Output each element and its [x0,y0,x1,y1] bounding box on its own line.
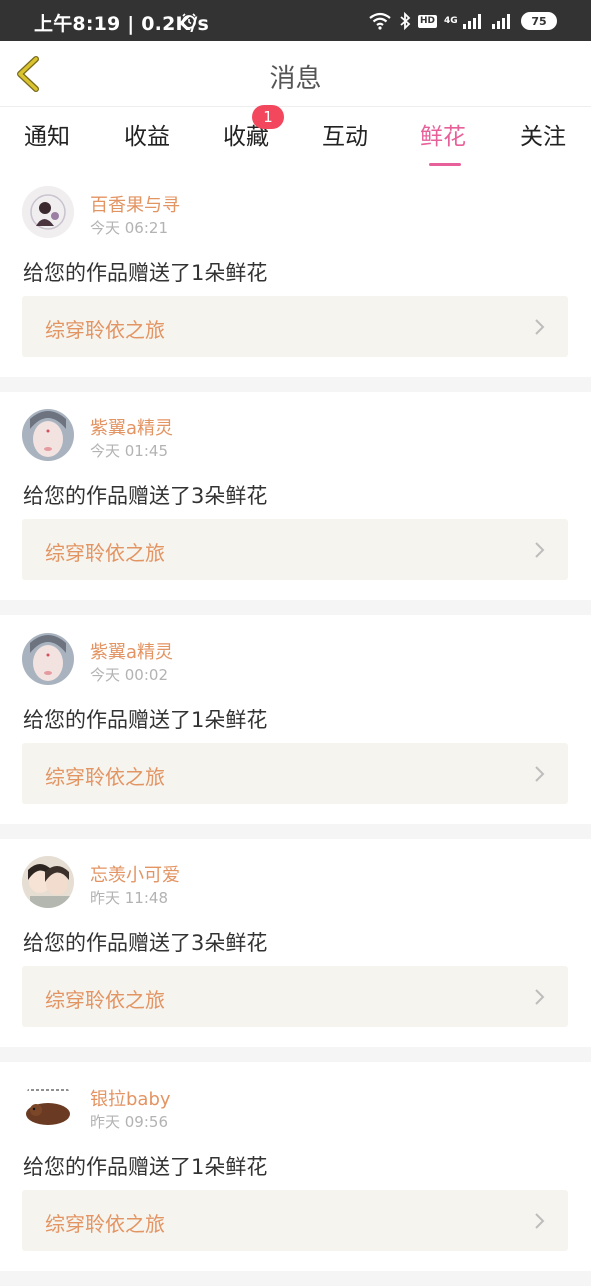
notification-card: 紫翼a精灵 今天 01:45 给您的作品赠送了3朵鲜花 综穿聆依之旅 [0,392,591,600]
divider [0,377,591,392]
work-title: 综穿聆依之旅 [45,541,165,565]
work-link-button[interactable]: 综穿聆依之旅 [22,743,568,804]
bluetooth-icon [400,12,411,30]
timestamp: 今天 06:21 [90,219,168,237]
notification-message: 给您的作品赠送了3朵鲜花 [23,931,268,955]
work-link-button[interactable]: 综穿聆依之旅 [22,519,568,580]
tab-favorites[interactable]: 收藏 1 [201,105,291,151]
timestamp: 昨天 09:56 [90,1113,168,1131]
tab-earnings[interactable]: 收益 [102,117,192,151]
signal-icon-2 [492,14,510,29]
divider [0,824,591,839]
avatar[interactable] [22,186,74,238]
notification-card: 紫翼a精灵 今天 00:02 给您的作品赠送了1朵鲜花 综穿聆依之旅 [0,616,591,824]
notification-card: 百香果与寻 今天 06:21 给您的作品赠送了1朵鲜花 综穿聆依之旅 [0,169,591,377]
work-title: 综穿聆依之旅 [45,765,165,789]
avatar[interactable] [22,409,74,461]
work-title: 综穿聆依之旅 [45,988,165,1012]
tab-label: 鲜花 [420,124,466,150]
tab-label: 互动 [322,124,368,150]
work-link-button[interactable]: 综穿聆依之旅 [22,1190,568,1251]
tab-notifications[interactable]: 通知 [2,117,92,151]
work-link-button[interactable]: 综穿聆依之旅 [22,296,568,357]
network-type: 4G [444,15,458,26]
timestamp: 今天 00:02 [90,666,168,684]
work-link-button[interactable]: 综穿聆依之旅 [22,966,568,1027]
alarm-icon [182,13,196,29]
work-title: 综穿聆依之旅 [45,318,165,342]
chevron-right-icon [535,542,545,558]
divider [0,600,591,615]
divider [0,1047,591,1062]
tab-label: 通知 [24,124,70,150]
notification-card: 忘羡小可爱 昨天 11:48 给您的作品赠送了3朵鲜花 综穿聆依之旅 [0,839,591,1047]
notification-message: 给您的作品赠送了1朵鲜花 [23,708,268,732]
avatar[interactable] [22,856,74,908]
signal-icon [463,14,481,29]
tab-bar: 通知 收益 收藏 1 互动 鲜花 关注 [0,105,591,169]
wifi-icon [369,12,391,30]
divider [0,1271,591,1286]
username[interactable]: 忘羡小可爱 [90,861,180,887]
username[interactable]: 百香果与寻 [90,191,180,217]
chevron-right-icon [535,989,545,1005]
notification-message: 给您的作品赠送了1朵鲜花 [23,261,268,285]
username[interactable]: 紫翼a精灵 [90,638,173,664]
unread-badge: 1 [252,105,284,129]
avatar[interactable] [22,1080,74,1132]
status-bar: 上午8:19 | 0.2K/s HD 4G 75 [0,0,591,41]
hd-badge: HD [417,14,437,28]
chevron-right-icon [535,319,545,335]
notification-card: 银拉baby 昨天 09:56 给您的作品赠送了1朵鲜花 综穿聆依之旅 [0,1063,591,1271]
avatar[interactable] [22,633,74,685]
chevron-right-icon [535,766,545,782]
work-title: 综穿聆依之旅 [45,1212,165,1236]
tab-interactions[interactable]: 互动 [300,117,390,151]
active-tab-indicator [429,163,461,166]
tab-label: 收益 [124,124,170,150]
tab-label: 关注 [520,124,566,150]
timestamp: 今天 01:45 [90,442,168,460]
tab-flowers[interactable]: 鲜花 [398,117,488,166]
battery-indicator: 75 [521,12,557,30]
notification-message: 给您的作品赠送了1朵鲜花 [23,1155,268,1179]
notification-message: 给您的作品赠送了3朵鲜花 [23,484,268,508]
chevron-right-icon [535,1213,545,1229]
tab-follows[interactable]: 关注 [498,117,588,151]
username[interactable]: 银拉baby [90,1085,171,1111]
app-header: 消息 [0,41,591,107]
timestamp: 昨天 11:48 [90,889,168,907]
username[interactable]: 紫翼a精灵 [90,414,173,440]
page-title: 消息 [269,64,322,94]
